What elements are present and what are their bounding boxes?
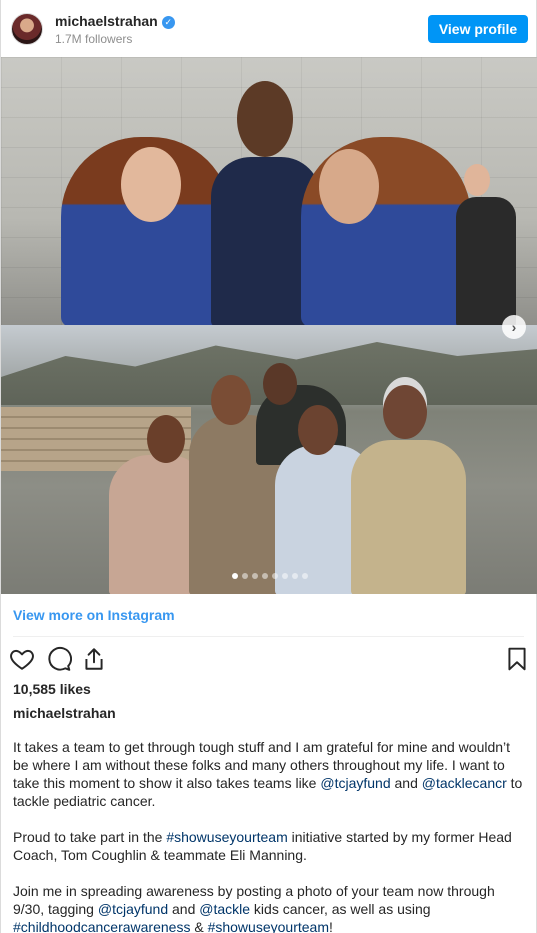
view-more-link[interactable]: View more on Instagram xyxy=(13,607,175,623)
carousel-dot xyxy=(301,573,308,579)
caption-paragraph: It takes a team to get through tough stu… xyxy=(13,739,523,809)
carousel-dot xyxy=(281,573,288,579)
post-header: michaelstrahan ✓ 1.7M followers View prof… xyxy=(1,0,537,56)
followers-count: 1.7M followers xyxy=(55,32,133,46)
carousel-dot xyxy=(251,573,258,579)
caption-paragraph: Join me in spreading awareness by postin… xyxy=(13,883,495,933)
hashtag-link[interactable]: #showuseyourteam xyxy=(208,919,329,933)
caption-paragraph: Proud to take part in the #showuseyourte… xyxy=(13,829,512,863)
post-caption: It takes a team to get through tough stu… xyxy=(13,738,525,933)
username-text[interactable]: michaelstrahan xyxy=(55,13,158,29)
likes-count[interactable]: 10,585 likes xyxy=(13,681,91,697)
person-figure xyxy=(351,440,466,594)
verified-badge-icon: ✓ xyxy=(161,16,175,29)
carousel-dot xyxy=(271,573,278,579)
action-bar xyxy=(9,646,530,674)
carousel-dots xyxy=(1,573,537,579)
like-heart-icon[interactable] xyxy=(9,646,35,672)
carousel-next-icon[interactable]: › xyxy=(502,315,526,339)
instagram-embed: michaelstrahan ✓ 1.7M followers View prof… xyxy=(0,0,537,933)
caption-username[interactable]: michaelstrahan xyxy=(13,705,116,721)
bookmark-icon[interactable] xyxy=(504,646,530,672)
post-media-carousel[interactable]: › xyxy=(1,57,537,594)
hashtag-link[interactable]: #childhoodcancerawareness xyxy=(13,919,190,933)
carousel-dot xyxy=(241,573,248,579)
photo-bottom-group xyxy=(1,325,537,594)
carousel-dot xyxy=(291,573,298,579)
hashtag-link[interactable]: #showuseyourteam xyxy=(166,829,287,845)
mention-link[interactable]: @tacklecancr xyxy=(422,775,507,791)
share-icon[interactable] xyxy=(81,646,107,672)
carousel-dot xyxy=(231,573,238,579)
mention-link[interactable]: @tcjayfund xyxy=(98,901,168,917)
mention-link[interactable]: @tackle xyxy=(199,901,250,917)
divider xyxy=(13,636,524,637)
view-profile-button[interactable]: View profile xyxy=(428,15,528,43)
profile-avatar[interactable] xyxy=(11,13,43,45)
carousel-dot xyxy=(261,573,268,579)
mention-link[interactable]: @tcjayfund xyxy=(320,775,390,791)
header-username[interactable]: michaelstrahan ✓ xyxy=(55,13,175,29)
photo-top-group xyxy=(1,57,537,327)
comment-icon[interactable] xyxy=(46,646,72,672)
